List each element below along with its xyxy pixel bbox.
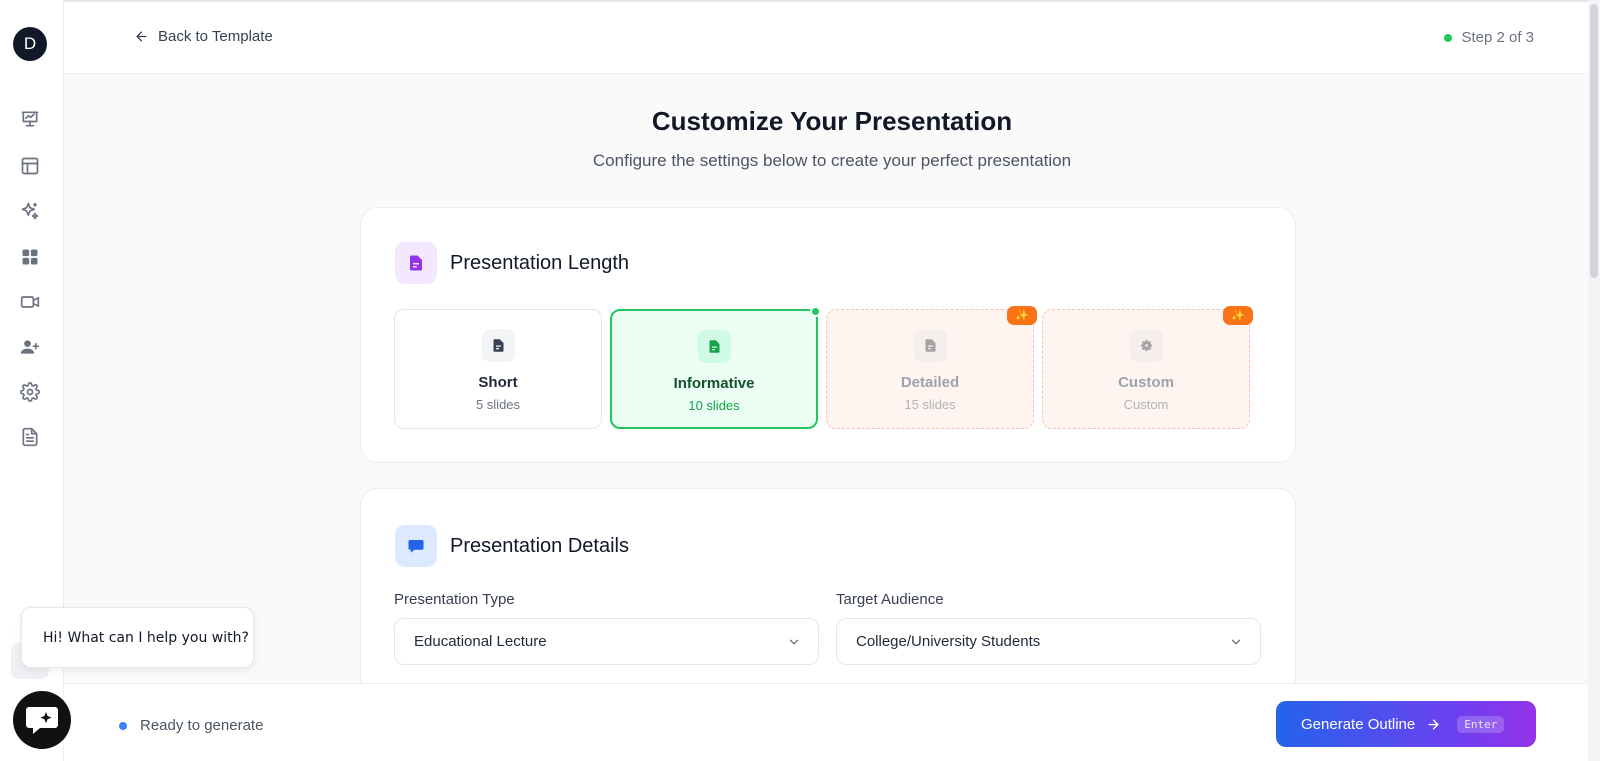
arrow-right-icon [1428, 718, 1439, 730]
target-audience-select[interactable]: College/University Students [836, 618, 1261, 665]
presentation-chart-icon[interactable] [18, 107, 42, 131]
option-label: Informative [673, 375, 755, 392]
card-title: Presentation Length [450, 251, 630, 274]
page-title: Customize Your Presentation [651, 106, 1013, 136]
step-indicator: Step 2 of 3 [1444, 29, 1534, 46]
status-dot [119, 721, 127, 730]
chat-sparkle-icon [26, 707, 58, 734]
scrollbar-thumb[interactable] [1590, 4, 1598, 278]
generate-outline-button[interactable]: Generate Outline Enter [1276, 701, 1536, 747]
presentation-type-select[interactable]: Educational Lecture [394, 618, 819, 665]
back-link-label: Back to Template [158, 28, 273, 45]
apps-grid-icon[interactable] [18, 245, 42, 269]
chat-launcher-button[interactable] [13, 691, 71, 749]
length-option-informative[interactable]: Informative 10 slides [610, 306, 821, 429]
premium-sparkle-badge: ✨ [1223, 306, 1253, 325]
card-header: Presentation Details [395, 525, 629, 567]
option-label: Custom [1118, 374, 1174, 391]
file-text-icon [395, 242, 437, 284]
back-to-template-link[interactable]: Back to Template [134, 28, 273, 45]
status-text: Ready to generate [140, 717, 264, 734]
presentation-type-value: Educational Lecture [414, 633, 547, 650]
card-header: Presentation Length [395, 242, 629, 284]
avatar[interactable]: D [13, 27, 47, 61]
gear-icon [1129, 329, 1163, 362]
selected-indicator-dot [810, 306, 821, 317]
option-label: Detailed [900, 374, 960, 391]
step-label: Step 2 of 3 [1461, 29, 1534, 46]
option-slide-count: 15 slides [904, 397, 956, 412]
option-label: Short [478, 374, 518, 391]
option-slide-count: 10 slides [688, 398, 740, 413]
chat-bubble-icon [395, 525, 437, 567]
presentation-type-label: Presentation Type [394, 591, 515, 608]
chevron-down-icon [789, 639, 799, 645]
user-plus-icon[interactable] [18, 335, 42, 359]
document-icon[interactable] [18, 425, 42, 449]
step-status-dot [1444, 33, 1453, 42]
enter-shortcut-hint: Enter [1457, 715, 1505, 733]
top-bar: Back to Template Step 2 of 3 [64, 0, 1600, 74]
page-subtitle: Configure the settings below to create y… [592, 151, 1072, 170]
presentation-length-card: Presentation Length Short 5 slides Infor… [360, 207, 1296, 463]
premium-sparkle-badge: ✨ [1007, 306, 1037, 325]
target-audience-value: College/University Students [856, 633, 1041, 650]
chat-greeting-bubble[interactable]: Hi! What can I help you with? [21, 607, 254, 668]
chevron-down-icon [1231, 639, 1241, 645]
layout-template-icon[interactable] [18, 154, 42, 178]
chat-greeting-text: Hi! What can I help you with? [43, 629, 249, 646]
option-slide-count: 5 slides [475, 397, 521, 412]
card-title: Presentation Details [450, 534, 629, 557]
option-slide-count: Custom [1123, 397, 1169, 412]
settings-gear-icon[interactable] [18, 380, 42, 404]
file-icon [697, 330, 731, 363]
video-icon[interactable] [18, 290, 42, 314]
length-option-short[interactable]: Short 5 slides [394, 309, 602, 429]
generation-status: Ready to generate [119, 717, 263, 734]
file-icon [913, 329, 947, 362]
target-audience-label: Target Audience [836, 591, 944, 608]
generate-button-label: Generate Outline [1301, 715, 1416, 733]
length-option-detailed[interactable]: ✨ Detailed 15 slides [826, 306, 1037, 429]
sparkles-icon[interactable] [18, 199, 42, 223]
length-option-custom[interactable]: ✨ Custom Custom [1042, 306, 1253, 429]
footer-bar: Ready to generate Generate Outline Enter [64, 683, 1588, 761]
arrow-left-icon [136, 31, 147, 42]
file-icon [481, 329, 515, 362]
